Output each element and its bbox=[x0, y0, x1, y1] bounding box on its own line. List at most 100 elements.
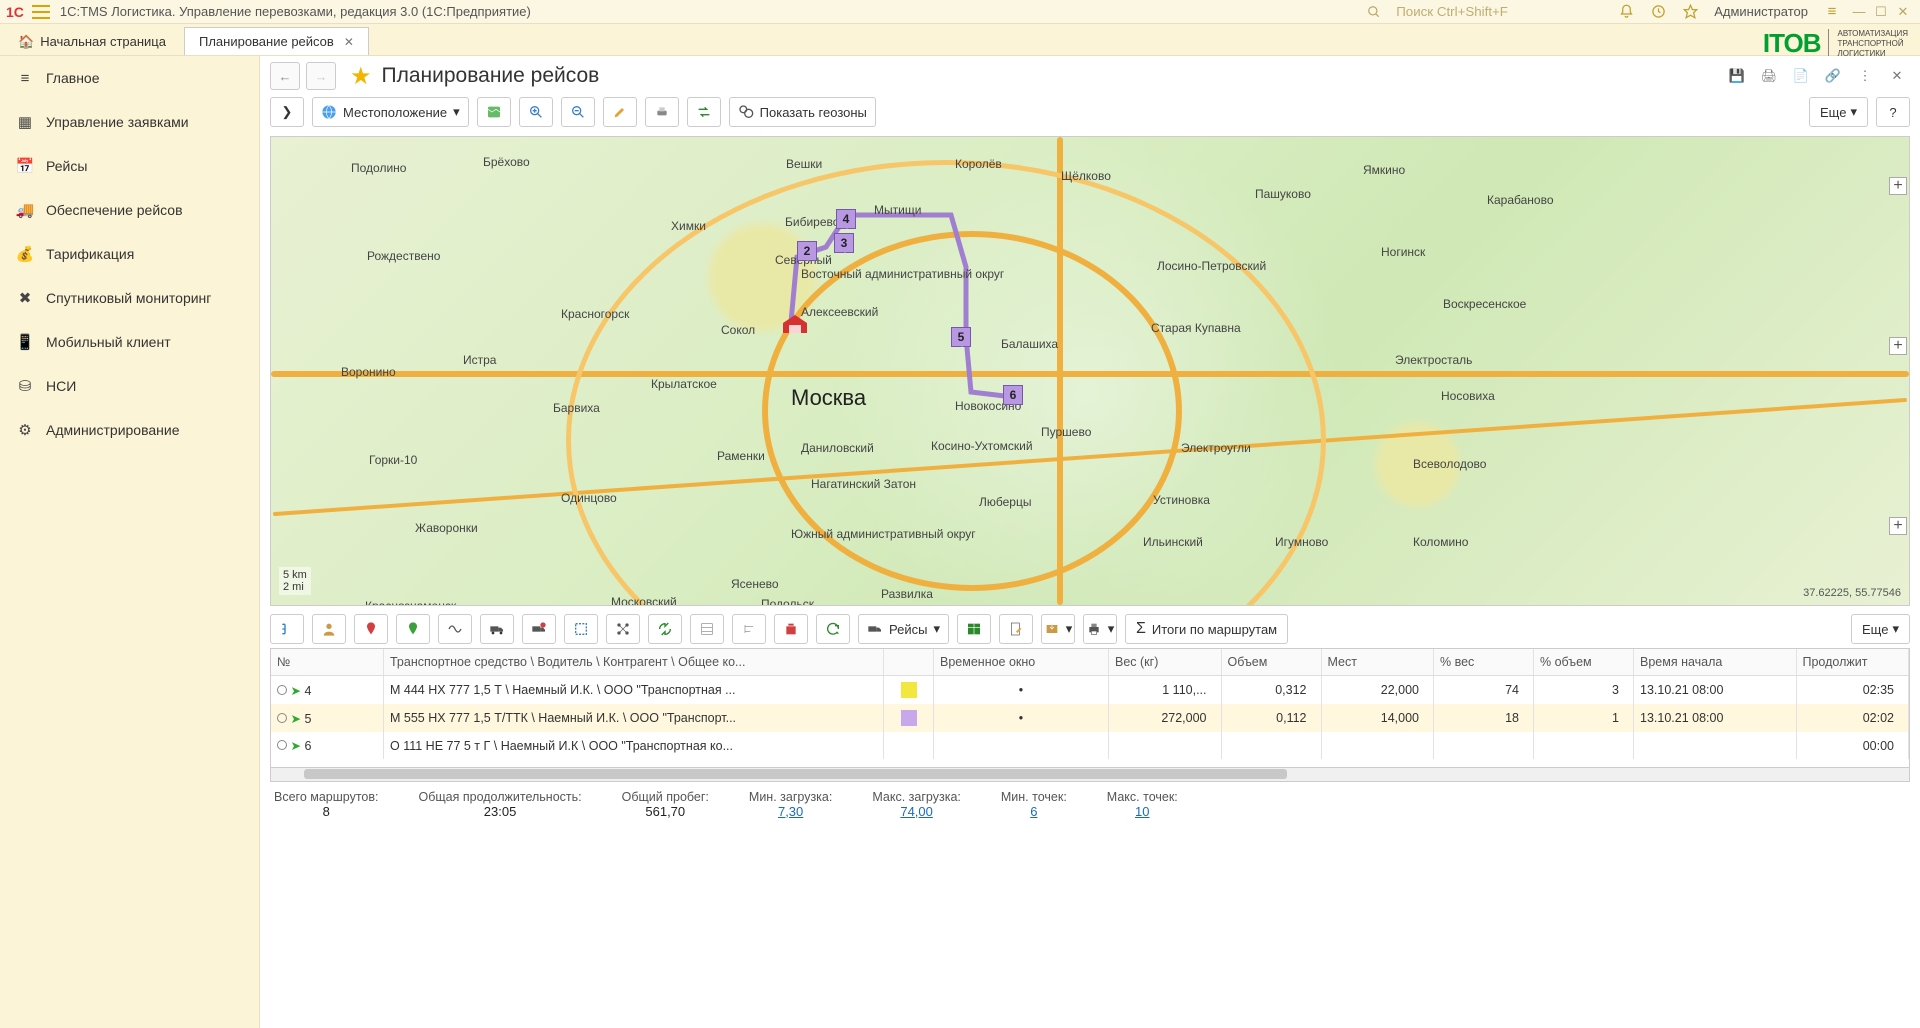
network-icon[interactable] bbox=[606, 614, 640, 644]
page-header: ← → ★ Планирование рейсов 💾 🖨 📄 🔗 ⋮ ✕ bbox=[260, 56, 1920, 92]
sidebar-item-0[interactable]: ≡Главное bbox=[0, 56, 259, 100]
map-icon[interactable] bbox=[477, 97, 511, 127]
sidebar-item-4[interactable]: 💰Тарификация bbox=[0, 232, 259, 276]
grid-header[interactable]: Транспортное средство \ Водитель \ Контр… bbox=[384, 649, 884, 676]
bell-icon[interactable] bbox=[1614, 0, 1638, 24]
delete-icon[interactable] bbox=[774, 614, 808, 644]
grid-header[interactable]: Время начала bbox=[1634, 649, 1797, 676]
sidebar-item-2[interactable]: 📅Рейсы bbox=[0, 144, 259, 188]
wave-icon[interactable] bbox=[438, 614, 472, 644]
zoom-in-icon[interactable] bbox=[519, 97, 553, 127]
print-icon[interactable]: 🖨 bbox=[1756, 64, 1782, 88]
forward-button[interactable]: → bbox=[306, 62, 336, 90]
zoom-out-icon[interactable] bbox=[561, 97, 595, 127]
grid-header[interactable]: Вес (кг) bbox=[1109, 649, 1222, 676]
pin-red-icon[interactable] bbox=[354, 614, 388, 644]
table-row[interactable]: ➤ 5М 555 НХ 777 1,5 Т/ТТК \ Наемный И.К.… bbox=[271, 704, 1909, 732]
sidebar-item-8[interactable]: ⚙Администрирование bbox=[0, 408, 259, 452]
map-marker[interactable]: 2 bbox=[797, 241, 817, 261]
export-icon[interactable]: ▾ bbox=[1041, 614, 1075, 644]
table-row[interactable]: ➤ 4М 444 НХ 777 1,5 Т \ Наемный И.К. \ О… bbox=[271, 676, 1909, 705]
burger2-icon[interactable]: ≡ bbox=[1820, 0, 1844, 24]
panel-right-icon[interactable]: ❯ bbox=[270, 97, 304, 127]
tree-icon[interactable] bbox=[270, 614, 304, 644]
map-zoom-3[interactable]: + bbox=[1889, 517, 1907, 535]
back-button[interactable]: ← bbox=[270, 62, 300, 90]
grid-scrollbar[interactable] bbox=[270, 768, 1910, 782]
city-label: Подольск bbox=[761, 597, 814, 606]
sidebar-item-5[interactable]: ✖Спутниковый мониторинг bbox=[0, 276, 259, 320]
minload-link[interactable]: 7,30 bbox=[749, 804, 832, 819]
page-title: Планирование рейсов bbox=[382, 64, 600, 88]
menu-icon[interactable] bbox=[32, 5, 50, 19]
refresh-green-icon[interactable] bbox=[648, 614, 682, 644]
tab-home[interactable]: 🏠 Начальная страница bbox=[3, 27, 181, 55]
close-page-icon[interactable]: ✕ bbox=[1884, 64, 1910, 88]
print2-icon[interactable]: ▾ bbox=[1083, 614, 1117, 644]
pin-green-icon[interactable] bbox=[396, 614, 430, 644]
grid-header[interactable]: % объем bbox=[1534, 649, 1634, 676]
table-row[interactable]: ➤ 6О 111 НЕ 77 5 т Г \ Наемный И.К \ ООО… bbox=[271, 732, 1909, 759]
grid-header[interactable]: Временное окно bbox=[934, 649, 1109, 676]
more-icon[interactable]: ⋮ bbox=[1852, 64, 1878, 88]
grid-header[interactable]: % вес bbox=[1434, 649, 1534, 676]
close-icon[interactable]: ✕ bbox=[1892, 4, 1914, 20]
tab-planning[interactable]: Планирование рейсов ✕ bbox=[184, 27, 369, 55]
map-zoom-2[interactable]: + bbox=[1889, 337, 1907, 355]
location-button[interactable]: Местоположение ▾ bbox=[312, 97, 469, 127]
erase-icon[interactable] bbox=[645, 97, 679, 127]
user-name[interactable]: Администратор bbox=[1714, 4, 1808, 19]
grid-header[interactable]: Мест bbox=[1321, 649, 1434, 676]
map-container[interactable]: 5 km 2 mi 37.62225, 55.77546 МоскваХимки… bbox=[270, 136, 1910, 606]
refresh-icon[interactable] bbox=[816, 614, 850, 644]
search-input[interactable] bbox=[1390, 2, 1610, 22]
truck-icon[interactable] bbox=[480, 614, 514, 644]
grid-icon[interactable] bbox=[690, 614, 724, 644]
align-icon[interactable] bbox=[732, 614, 766, 644]
maxload-link[interactable]: 74,00 bbox=[872, 804, 961, 819]
trips-button[interactable]: Рейсы ▾ bbox=[858, 614, 949, 644]
edit-doc-icon[interactable] bbox=[999, 614, 1033, 644]
grid-header[interactable]: Объем bbox=[1221, 649, 1321, 676]
city-label: Ногинск bbox=[1381, 245, 1425, 259]
sidebar-item-1[interactable]: ▦Управление заявками bbox=[0, 100, 259, 144]
sidebar-item-7[interactable]: ⛁НСИ bbox=[0, 364, 259, 408]
maxpts-link[interactable]: 10 bbox=[1107, 804, 1178, 819]
city-label: Пашуково bbox=[1255, 187, 1311, 201]
map-marker[interactable]: 3 bbox=[834, 233, 854, 253]
tab-close-icon[interactable]: ✕ bbox=[344, 35, 354, 49]
totals-button[interactable]: Σ Итоги по маршрутам bbox=[1125, 614, 1288, 644]
map-marker[interactable]: 6 bbox=[1003, 385, 1023, 405]
more-button-top[interactable]: Еще ▾ bbox=[1809, 97, 1868, 127]
sidebar-item-3[interactable]: 🚚Обеспечение рейсов bbox=[0, 188, 259, 232]
history-icon[interactable] bbox=[1646, 0, 1670, 24]
link-icon[interactable]: 🔗 bbox=[1820, 64, 1846, 88]
grid-header[interactable] bbox=[884, 649, 934, 676]
sidebar-item-6[interactable]: 📱Мобильный клиент bbox=[0, 320, 259, 364]
city-label: Косино-Ухтомский bbox=[931, 439, 1033, 453]
maximize-icon[interactable]: ☐ bbox=[1870, 4, 1892, 20]
map-marker[interactable]: 5 bbox=[951, 327, 971, 347]
swap-icon[interactable] bbox=[687, 97, 721, 127]
favorite-icon[interactable]: ★ bbox=[350, 62, 372, 91]
person-icon[interactable] bbox=[312, 614, 346, 644]
truck-remove-icon[interactable] bbox=[522, 614, 556, 644]
minimize-icon[interactable]: — bbox=[1848, 4, 1870, 19]
save-icon[interactable]: 💾 bbox=[1724, 64, 1750, 88]
help-button-top[interactable]: ? bbox=[1876, 97, 1910, 127]
minpts-link[interactable]: 6 bbox=[1001, 804, 1067, 819]
star-icon[interactable] bbox=[1678, 0, 1702, 24]
pencil-icon[interactable] bbox=[603, 97, 637, 127]
grid[interactable]: №Транспортное средство \ Водитель \ Конт… bbox=[270, 648, 1910, 768]
table-icon[interactable] bbox=[957, 614, 991, 644]
map-marker[interactable]: 4 bbox=[836, 209, 856, 229]
select-icon[interactable] bbox=[564, 614, 598, 644]
geozones-button[interactable]: Показать геозоны bbox=[729, 97, 876, 127]
city-label: Ясенево bbox=[731, 577, 779, 591]
grid-header[interactable]: № bbox=[271, 649, 384, 676]
grid-header[interactable]: Продолжит bbox=[1796, 649, 1909, 676]
city-label: Коломино bbox=[1413, 535, 1468, 549]
map-zoom-1[interactable]: + bbox=[1889, 177, 1907, 195]
more-button-bottom[interactable]: Еще ▾ bbox=[1851, 614, 1910, 644]
doc-icon[interactable]: 📄 bbox=[1788, 64, 1814, 88]
